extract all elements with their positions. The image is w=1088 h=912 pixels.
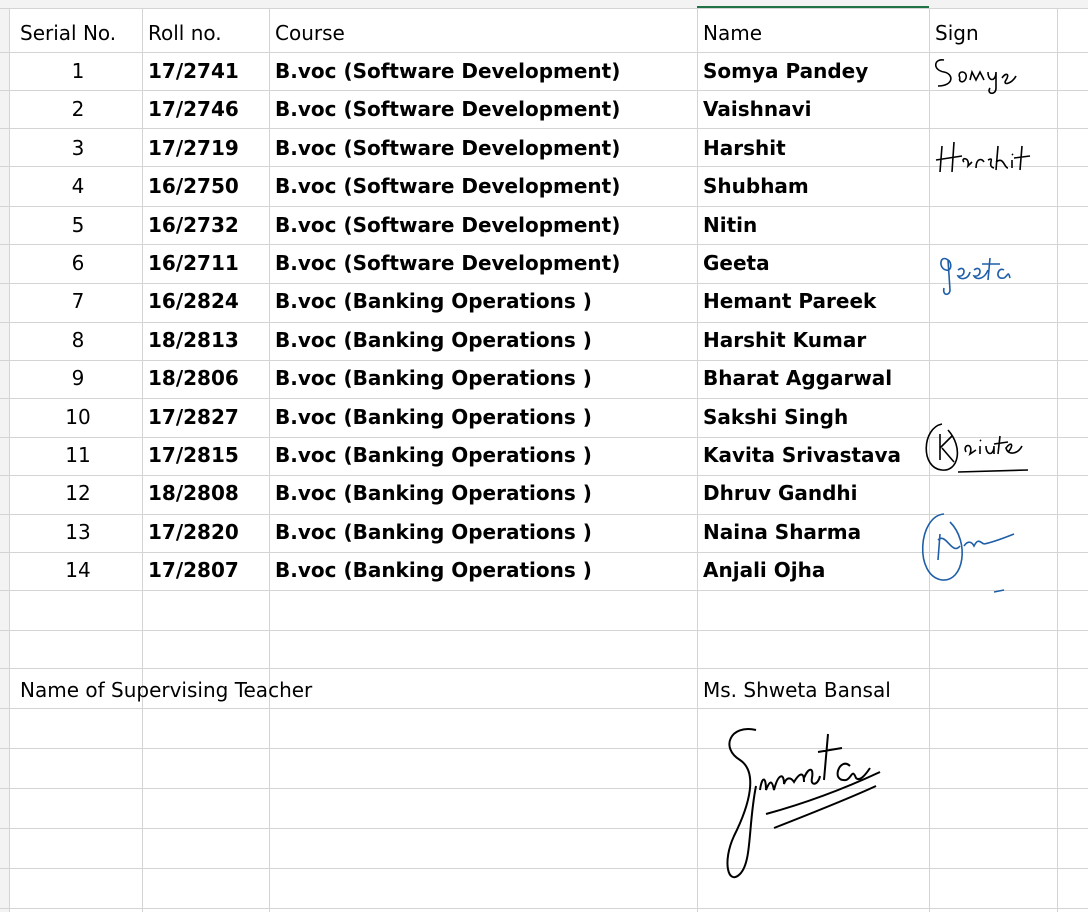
cell-serial[interactable]: 9 (14, 359, 142, 397)
cell-roll[interactable]: 17/2807 (142, 551, 269, 589)
cell-roll[interactable]: 17/2741 (142, 52, 269, 90)
cell-roll[interactable]: 17/2815 (142, 436, 269, 474)
cell-serial[interactable]: 13 (14, 513, 142, 551)
cell-name[interactable]: Nitin (697, 206, 929, 244)
cell-name[interactable]: Anjali Ojha (697, 551, 929, 589)
cell-roll[interactable]: 17/2820 (142, 513, 269, 551)
cell-name[interactable]: Shubham (697, 167, 929, 205)
cell-roll[interactable]: 17/2719 (142, 129, 269, 167)
cell-course[interactable]: B.voc (Software Development) (269, 52, 697, 90)
cell-serial[interactable]: 4 (14, 167, 142, 205)
cell-roll[interactable]: 18/2806 (142, 359, 269, 397)
cell-serial[interactable]: 10 (14, 398, 142, 436)
cell-name[interactable]: Geeta (697, 244, 929, 282)
cell-name[interactable]: Somya Pandey (697, 52, 929, 90)
gridline (0, 668, 1088, 669)
cell-name[interactable]: Sakshi Singh (697, 398, 929, 436)
cell-course[interactable]: B.voc (Software Development) (269, 90, 697, 128)
cell-serial[interactable]: 1 (14, 52, 142, 90)
cell-course[interactable]: B.voc (Software Development) (269, 206, 697, 244)
header-roll[interactable]: Roll no. (142, 14, 269, 52)
row-header-strip[interactable] (0, 8, 10, 912)
spreadsheet[interactable]: 1 17/2741 B.voc (Software Development) Somy… (0, 0, 1088, 912)
gridline (0, 630, 1088, 631)
cell-serial[interactable]: 12 (14, 474, 142, 512)
signature-geeta (940, 257, 1011, 296)
cell-course[interactable]: B.voc (Software Development) (269, 129, 697, 167)
cell-name[interactable]: Harshit (697, 129, 929, 167)
cell-course[interactable]: B.voc (Banking Operations ) (269, 551, 697, 589)
cell-name[interactable]: Vaishnavi (697, 90, 929, 128)
cell-name[interactable]: Naina Sharma (697, 513, 929, 551)
header-course[interactable]: Course (269, 14, 697, 52)
cell-name[interactable]: Bharat Aggarwal (697, 359, 929, 397)
cell-serial[interactable]: 2 (14, 90, 142, 128)
cell-serial[interactable]: 5 (14, 206, 142, 244)
cell-serial[interactable]: 14 (14, 551, 142, 589)
signature-naina (921, 513, 1015, 593)
header-serial[interactable]: Serial No. (14, 14, 142, 52)
cell-course[interactable]: B.voc (Software Development) (269, 244, 697, 282)
cell-name[interactable]: Harshit Kumar (697, 321, 929, 359)
header-name[interactable]: Name (697, 14, 929, 52)
cell-serial[interactable]: 3 (14, 129, 142, 167)
cell-name[interactable]: Kavita Srivastava (697, 436, 929, 474)
cell-serial[interactable]: 7 (14, 282, 142, 320)
supervisor-name[interactable]: Ms. Shweta Bansal (697, 671, 937, 709)
cell-serial[interactable]: 6 (14, 244, 142, 282)
cell-course[interactable]: B.voc (Banking Operations ) (269, 474, 697, 512)
cell-course[interactable]: B.voc (Banking Operations ) (269, 282, 697, 320)
cell-serial[interactable]: 11 (14, 436, 142, 474)
header-sign[interactable]: Sign (929, 14, 1057, 52)
cell-roll[interactable]: 16/2711 (142, 244, 269, 282)
cell-course[interactable]: B.voc (Banking Operations ) (269, 359, 697, 397)
cell-course[interactable]: B.voc (Banking Operations ) (269, 436, 697, 474)
cell-roll[interactable]: 16/2732 (142, 206, 269, 244)
cell-roll[interactable]: 18/2813 (142, 321, 269, 359)
gridline (0, 908, 1088, 909)
cell-name[interactable]: Dhruv Gandhi (697, 474, 929, 512)
cell-roll[interactable]: 18/2808 (142, 474, 269, 512)
cell-course[interactable]: B.voc (Software Development) (269, 167, 697, 205)
gridline (0, 868, 1088, 869)
cell-roll[interactable]: 16/2824 (142, 282, 269, 320)
supervisor-label[interactable]: Name of Supervising Teacher (14, 671, 454, 709)
gridline (0, 788, 1088, 789)
cell-serial[interactable]: 8 (14, 321, 142, 359)
gridline (0, 8, 1088, 9)
cell-course[interactable]: B.voc (Banking Operations ) (269, 398, 697, 436)
cell-roll[interactable]: 17/2746 (142, 90, 269, 128)
cell-name[interactable]: Hemant Pareek (697, 282, 929, 320)
signature-shweta (726, 728, 881, 879)
cell-course[interactable]: B.voc (Banking Operations ) (269, 513, 697, 551)
gridline (0, 828, 1088, 829)
cell-roll[interactable]: 16/2750 (142, 167, 269, 205)
signature-harshit (935, 141, 1031, 173)
gridline (0, 748, 1088, 749)
signature-kavita (925, 423, 1029, 473)
cell-course[interactable]: B.voc (Banking Operations ) (269, 321, 697, 359)
signature-somya (934, 59, 1017, 95)
cell-roll[interactable]: 17/2827 (142, 398, 269, 436)
